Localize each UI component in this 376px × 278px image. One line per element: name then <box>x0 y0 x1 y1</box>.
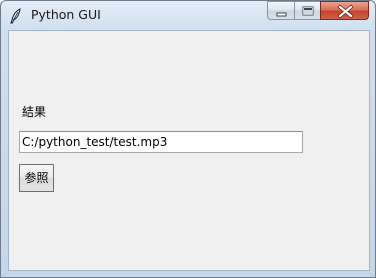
client-area: 結果 参照 <box>8 30 370 271</box>
browse-button[interactable]: 参照 <box>19 164 54 192</box>
maximize-icon <box>302 6 314 16</box>
window-controls <box>267 1 369 20</box>
close-icon <box>337 4 354 19</box>
feather-icon <box>10 8 21 24</box>
file-path-input[interactable] <box>19 131 303 153</box>
window-title: Python GUI <box>31 7 101 22</box>
close-button[interactable] <box>320 1 369 20</box>
title-bar[interactable]: Python GUI <box>1 1 375 30</box>
result-label: 結果 <box>22 105 47 119</box>
minimize-icon <box>276 12 287 17</box>
app-window: Python GUI 結果 C:/python_test/test.mp3 参照 <box>0 0 376 278</box>
minimize-button[interactable] <box>267 1 294 20</box>
maximize-button[interactable] <box>294 1 320 20</box>
